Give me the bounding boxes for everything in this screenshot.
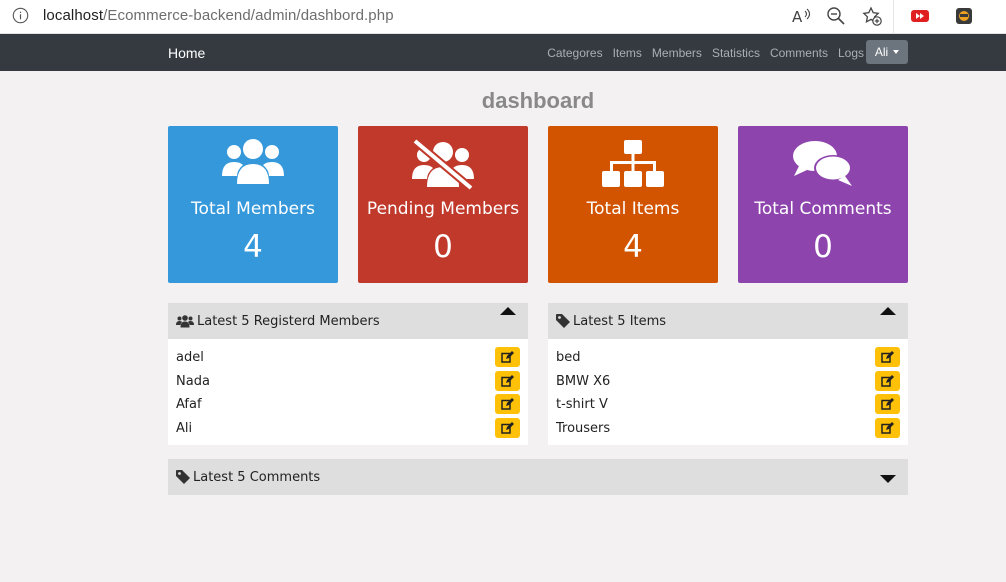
panel-heading: Latest 5 Comments <box>168 459 908 495</box>
url-host: localhost <box>43 7 104 24</box>
edit-button[interactable] <box>875 370 900 391</box>
info-icon[interactable] <box>12 7 29 24</box>
users-icon <box>176 315 194 328</box>
member-name: Nada <box>176 373 210 389</box>
member-name: Ali <box>176 420 193 436</box>
stat-count: 0 <box>813 229 833 265</box>
svg-text:A: A <box>792 8 803 26</box>
item-name: bed <box>556 350 581 365</box>
edit-icon <box>501 421 514 434</box>
stat-label: Total Comments <box>754 199 892 219</box>
nav-link-logs[interactable]: Logs <box>838 46 864 60</box>
stat-count: 4 <box>243 229 263 265</box>
list-item: Trousers <box>548 417 908 442</box>
stat-label: Pending Members <box>366 199 520 219</box>
nav-link-comments[interactable]: Comments <box>770 46 828 60</box>
stat-count: 0 <box>433 229 453 265</box>
zoom-out-icon[interactable] <box>826 6 846 26</box>
edit-button[interactable] <box>495 394 520 414</box>
top-navbar: Home Categores Items Members Statistics … <box>0 34 1006 71</box>
users-icon <box>222 139 284 184</box>
edit-icon <box>881 351 894 363</box>
list-item: Nada <box>168 370 528 395</box>
panel-title: Latest 5 Registerd Members <box>197 314 380 329</box>
collapse-up-icon[interactable] <box>500 307 516 315</box>
edit-button[interactable] <box>875 394 900 414</box>
extension-icon[interactable] <box>954 6 974 26</box>
items-list: bed BMW X6 t-shirt V Trousers <box>548 339 908 441</box>
video-extension-icon[interactable] <box>910 6 930 26</box>
edit-icon <box>881 374 894 387</box>
edit-button[interactable] <box>875 417 900 438</box>
comments-icon <box>793 141 852 186</box>
nav-link-members[interactable]: Members <box>652 46 702 60</box>
favorite-add-icon[interactable] <box>862 6 882 26</box>
stat-card-total-members[interactable]: Total Members 4 <box>168 126 338 283</box>
latest-members-panel: Latest 5 Registerd Members adel Nada Afa… <box>168 303 528 445</box>
caret-down-icon <box>893 50 900 54</box>
edit-icon <box>501 398 514 410</box>
collapse-up-icon[interactable] <box>880 307 896 315</box>
panel-heading: Latest 5 Registerd Members <box>168 303 528 339</box>
edit-icon <box>501 351 514 363</box>
edit-icon <box>501 374 514 387</box>
stat-card-total-items[interactable]: Total Items 4 <box>548 126 718 283</box>
tag-icon <box>176 470 190 484</box>
nav-link-categories[interactable]: Categores <box>547 46 602 60</box>
nav-brand-home[interactable]: Home <box>168 45 205 61</box>
users-slash-icon <box>412 138 474 190</box>
nav-links: Categores Items Members Statistics Comme… <box>547 46 864 60</box>
edit-button[interactable] <box>495 347 520 367</box>
item-name: BMW X6 <box>556 373 611 389</box>
expand-down-icon[interactable] <box>880 475 896 483</box>
latest-comments-panel: Latest 5 Comments <box>168 459 908 495</box>
latest-items-panel: Latest 5 Items bed BMW X6 t-shirt V Trou… <box>548 303 908 445</box>
edit-button[interactable] <box>495 417 520 438</box>
member-name: adel <box>176 350 204 365</box>
page-title: dashboard <box>481 88 595 113</box>
stat-card-pending-members[interactable]: Pending Members 0 <box>358 126 528 283</box>
list-item: bed <box>548 347 908 371</box>
url-field[interactable]: localhost/Ecommerce-backend/admin/dashbo… <box>43 7 394 24</box>
edit-button[interactable] <box>875 347 900 367</box>
edit-button[interactable] <box>495 370 520 391</box>
browser-address-bar: localhost/Ecommerce-backend/admin/dashbo… <box>0 0 1006 34</box>
list-item: adel <box>168 347 528 371</box>
user-name: Ali <box>874 45 889 59</box>
item-name: Trousers <box>556 420 611 436</box>
list-item: BMW X6 <box>548 370 908 395</box>
url-path: /Ecommerce-backend/admin/dashbord.php <box>103 7 394 24</box>
panel-heading: Latest 5 Items <box>548 303 908 339</box>
toolbar-divider <box>893 0 894 34</box>
read-aloud-icon[interactable]: A <box>791 6 811 26</box>
tag-icon <box>556 314 570 328</box>
stat-label: Total Members <box>191 199 315 219</box>
list-item: Afaf <box>168 394 528 418</box>
stat-label: Total Items <box>586 199 680 219</box>
list-item: Ali <box>168 417 528 442</box>
edit-icon <box>881 398 894 410</box>
member-name: Afaf <box>176 397 202 412</box>
stat-card-total-comments[interactable]: Total Comments 0 <box>738 126 908 283</box>
members-list: adel Nada Afaf Ali <box>168 339 528 441</box>
user-dropdown-button[interactable]: Ali <box>866 40 908 64</box>
nav-link-statistics[interactable]: Statistics <box>712 46 760 60</box>
item-name: t-shirt V <box>556 397 608 412</box>
panel-title: Latest 5 Comments <box>193 470 321 485</box>
nav-link-items[interactable]: Items <box>613 46 642 60</box>
list-item: t-shirt V <box>548 394 908 418</box>
sitemap-icon <box>602 140 664 187</box>
panel-title: Latest 5 Items <box>573 314 667 329</box>
edit-icon <box>881 421 894 434</box>
stat-count: 4 <box>623 229 643 265</box>
